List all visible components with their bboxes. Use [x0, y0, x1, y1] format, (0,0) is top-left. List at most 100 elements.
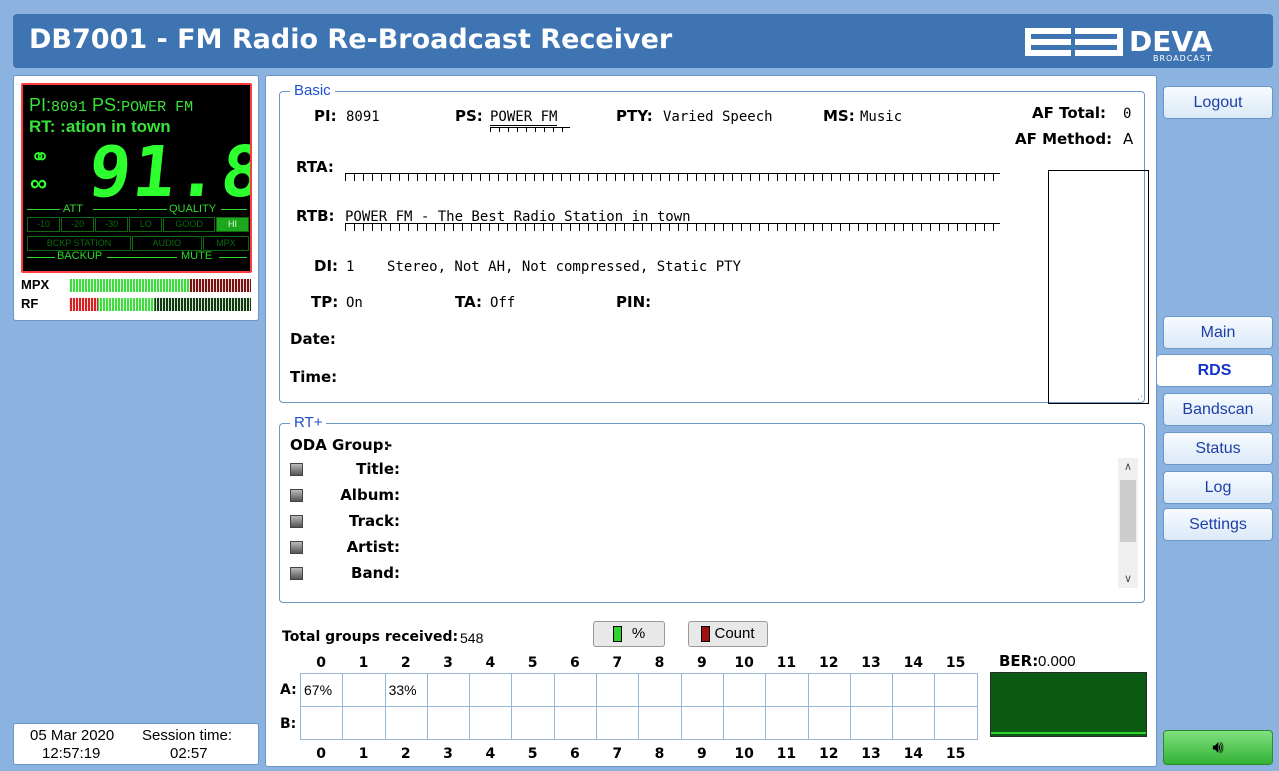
ps-ruler — [490, 127, 570, 132]
att-indicator: -10 — [27, 217, 61, 232]
basic-legend: Basic — [290, 82, 335, 99]
backup-indicator: BCKP STATION — [27, 236, 131, 251]
group-column-label: 8 — [654, 746, 665, 762]
led-icon — [290, 489, 303, 502]
tab-rds[interactable]: RDS — [1157, 354, 1273, 387]
group-column-label: 14 — [903, 655, 924, 671]
group-cell — [426, 673, 471, 707]
group-cell: 33% — [384, 673, 428, 707]
quality-group-label: QUALITY — [169, 203, 217, 215]
group-cell — [849, 706, 894, 740]
backup-mute-indicators: BCKP STATION AUDIO MPX — [27, 236, 249, 251]
pin-label: PIN: — [616, 293, 652, 311]
rtplus-band-label: Band: — [351, 564, 400, 582]
group-column-label: 0 — [316, 655, 327, 671]
ps-value: POWER FM — [490, 109, 558, 126]
group-cell — [553, 706, 598, 740]
group-column-label: 11 — [776, 655, 797, 671]
group-row-a: 67% 33% — [299, 673, 978, 707]
att-quality-indicators: -10 -20 -30 LO GOOD HI — [27, 217, 250, 232]
group-column-label: 13 — [861, 655, 881, 671]
quality-indicator-active: HI — [215, 217, 250, 232]
group-column-label: 13 — [861, 746, 881, 762]
time-label: Time: — [290, 368, 338, 386]
percent-button[interactable]: % — [593, 621, 665, 647]
led-icon — [290, 515, 303, 528]
att-group-label: ATT — [63, 203, 83, 215]
rf-meter-row: RF — [21, 296, 253, 312]
tab-main[interactable]: Main — [1163, 316, 1273, 349]
rtplus-album-label: Album: — [340, 486, 400, 504]
af-method-label: AF Method: — [1015, 130, 1113, 148]
scroll-down-icon[interactable]: ∨ — [1118, 570, 1138, 588]
group-cell — [765, 673, 809, 707]
tp-value: On — [346, 295, 363, 311]
scroll-up-icon[interactable]: ∧ — [1118, 458, 1138, 476]
di-value: 1 — [346, 259, 355, 275]
deva-logo: DEVA BROADCAST — [1025, 25, 1213, 62]
group-cell — [849, 673, 894, 707]
ta-label: TA: — [455, 293, 482, 311]
att-indicator: -20 — [61, 217, 95, 232]
total-groups-value: 548 — [460, 630, 484, 646]
rtplus-artist-label: Artist: — [346, 538, 400, 556]
oda-group-label: ODA Group: — [290, 436, 390, 454]
rta-ruler — [345, 173, 1000, 181]
date-label: Date: — [290, 330, 336, 348]
group-column-label: 12 — [818, 655, 839, 671]
group-column-label: 10 — [734, 746, 754, 762]
rf-label: RF — [21, 296, 39, 311]
mpx-meter — [69, 279, 251, 292]
rtplus-band-row: Band: — [290, 564, 400, 584]
pi-value: 8091 — [346, 109, 380, 125]
resize-grip-icon[interactable]: ⋰ — [1137, 391, 1146, 402]
group-column-label: 9 — [696, 746, 707, 762]
rtplus-scrollbar[interactable]: ∧ ∨ — [1118, 458, 1138, 588]
group-cell — [807, 673, 851, 707]
group-column-label: 14 — [903, 746, 924, 762]
rtb-label: RTB: — [296, 207, 335, 225]
percent-button-label: % — [631, 625, 646, 642]
group-cell — [934, 673, 978, 707]
af-list[interactable]: ⋰ — [1048, 170, 1149, 404]
group-cell — [342, 673, 386, 707]
led-icon — [290, 463, 303, 476]
count-button[interactable]: Count — [688, 621, 768, 647]
tab-settings[interactable]: Settings — [1163, 508, 1273, 541]
app-title: DB7001 - FM Radio Re-Broadcast Receiver — [29, 24, 673, 55]
group-column-label: 0 — [316, 746, 327, 762]
led-icon — [290, 567, 303, 580]
di-description: Stereo, Not AH, Not compressed, Static P… — [387, 259, 742, 275]
sound-button[interactable]: 🔊︎ — [1163, 730, 1273, 765]
group-cell — [299, 706, 344, 740]
quality-indicator: LO — [129, 217, 163, 232]
row-b-label: B: — [280, 716, 297, 732]
group-cell — [680, 706, 724, 740]
tab-log[interactable]: Log — [1163, 471, 1273, 504]
group-column-header-bottom: 0 1 2 3 4 5 6 7 8 9 10 11 12 13 14 15 — [300, 746, 977, 762]
app-header: DB7001 - FM Radio Re-Broadcast Receiver … — [13, 14, 1273, 68]
status-panel: PI:8091 PS:POWER FM RT: :ation in town ⚭… — [13, 75, 259, 321]
logout-button[interactable]: Logout — [1163, 86, 1273, 119]
group-column-label: 8 — [654, 655, 665, 671]
group-column-label: 5 — [527, 655, 538, 671]
mpx-meter-row: MPX — [21, 277, 253, 293]
rtplus-title-row: Title: — [290, 460, 400, 480]
group-column-label: 1 — [358, 746, 369, 762]
pty-value: Varied Speech — [663, 109, 773, 125]
speaker-icon: 🔊︎ — [1212, 737, 1224, 757]
rtplus-artist-row: Artist: — [290, 538, 400, 558]
scroll-thumb[interactable] — [1120, 480, 1136, 542]
rf-meter — [69, 298, 251, 311]
group-cell — [892, 706, 936, 740]
groups-table: 67% 33% — [299, 673, 978, 740]
tab-bandscan[interactable]: Bandscan — [1163, 393, 1273, 426]
rtplus-section: RT+ ODA Group: - Title: Album: Track: Ar… — [279, 414, 1145, 603]
group-column-label: 4 — [485, 746, 496, 762]
tab-status[interactable]: Status — [1163, 432, 1273, 465]
group-column-label: 7 — [612, 655, 623, 671]
ta-value: Off — [490, 295, 516, 311]
group-column-label: 2 — [400, 746, 411, 762]
percent-swatch — [612, 626, 622, 643]
group-column-label: 12 — [818, 746, 839, 762]
